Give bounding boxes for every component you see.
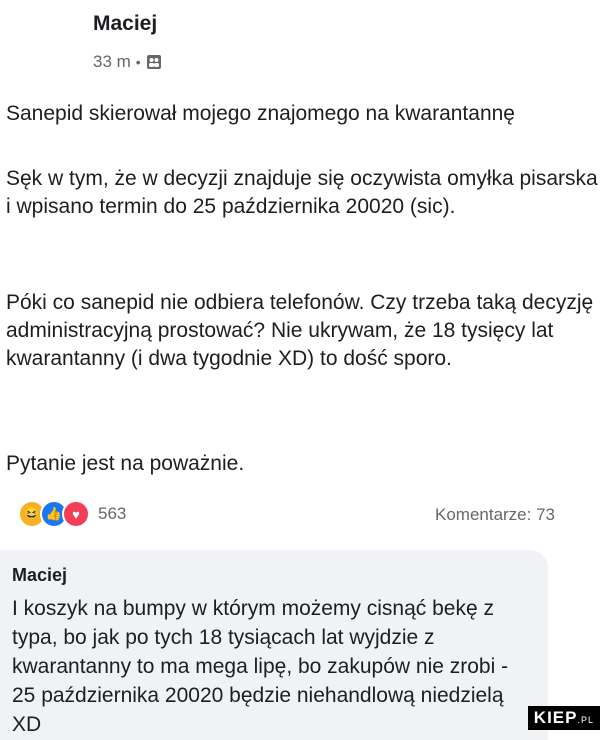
comment-bubble: Maciej I koszyk na bumpy w którym możemy… — [0, 550, 548, 740]
group-icon[interactable] — [146, 54, 162, 70]
post-header: Maciej — [93, 12, 157, 36]
post-paragraph: Sęk w tym, że w decyzji znajduje się ocz… — [6, 167, 598, 218]
comments-count[interactable]: Komentarze: 73 — [435, 505, 555, 525]
meta-separator: • — [135, 54, 141, 70]
comment-author[interactable]: Maciej — [12, 565, 67, 586]
watermark-main: KIEP — [533, 708, 578, 727]
post-author[interactable]: Maciej — [93, 12, 157, 36]
post-paragraph: Póki co sanepid nie odbiera telefonów. C… — [6, 291, 594, 370]
love-reaction-icon: ♥ — [62, 500, 90, 528]
watermark-suffix: .PL — [577, 715, 594, 725]
post-paragraph: Sanepid skierował mojego znajomego na kw… — [6, 102, 515, 125]
site-watermark: KIEP.PL — [527, 706, 600, 730]
post-paragraph: Pytanie jest na poważnie. — [6, 452, 245, 475]
post-time[interactable]: 33 m — [93, 52, 131, 72]
comment-text: I koszyk na bumpy w którym możemy cisnąć… — [12, 597, 509, 736]
reactions-summary[interactable]: 😆 👍 ♥ 563 — [18, 500, 126, 528]
post-meta: 33 m • — [93, 52, 162, 72]
reaction-count: 563 — [98, 504, 127, 523]
